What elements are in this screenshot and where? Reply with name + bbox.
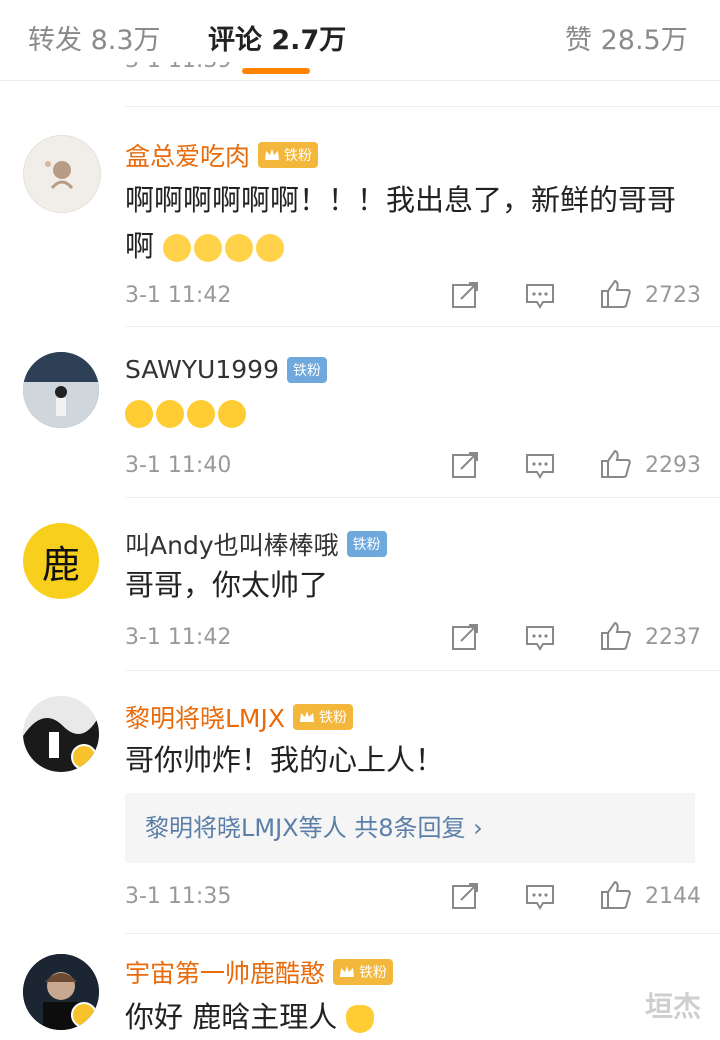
- comment-icon[interactable]: [525, 624, 555, 652]
- like-icon[interactable]: [600, 279, 632, 309]
- avatar[interactable]: [23, 696, 99, 772]
- like-icon[interactable]: [600, 880, 632, 910]
- crown-icon: [265, 149, 280, 160]
- comment-text: 哥你帅炸！我的心上人！: [125, 743, 445, 777]
- comment-author[interactable]: 盒总爱吃肉 铁粉: [125, 137, 319, 173]
- comment-text: 哥哥，你太帅了: [125, 568, 329, 602]
- tab-comments[interactable]: 评论 2.7万: [208, 18, 346, 57]
- crying-emoji-icon: [163, 234, 192, 262]
- fan-badge: 铁粉: [258, 142, 319, 168]
- author-name[interactable]: 盒总爱吃肉: [125, 137, 250, 173]
- share-icon[interactable]: [451, 281, 479, 309]
- like-count: 2293: [645, 453, 701, 478]
- author-name[interactable]: 宇宙第一帅鹿酷憨: [125, 954, 325, 990]
- author-name[interactable]: 叫Andy也叫棒棒哦: [125, 526, 339, 562]
- avatar[interactable]: [23, 352, 99, 428]
- author-name[interactable]: SAWYU1999: [125, 355, 279, 384]
- surprised-emoji-icon: [125, 400, 153, 428]
- badge-label: 铁粉: [292, 362, 321, 379]
- previous-comment-action-row: 3-1 11:39: [0, 62, 720, 90]
- divider: [125, 106, 720, 107]
- comment-time: 3-1 11:42: [125, 283, 232, 308]
- surprised-emoji-icon: [156, 400, 184, 428]
- badge-label: 铁粉: [359, 965, 388, 981]
- comment-author[interactable]: 叫Andy也叫棒棒哦 铁粉: [125, 526, 387, 562]
- fan-badge: 铁粉: [333, 959, 394, 985]
- divider: [125, 497, 720, 498]
- share-icon[interactable]: [451, 623, 479, 651]
- surprised-emoji-icon: [187, 400, 215, 428]
- comment-time: 3-1 11:42: [125, 625, 232, 650]
- badge-label: 铁粉: [284, 148, 313, 164]
- comment-text-content: 你好 鹿晗主理人: [125, 1000, 338, 1034]
- comment-icon[interactable]: [525, 883, 555, 911]
- divider: [125, 933, 720, 934]
- crying-emoji-icon: [194, 234, 223, 262]
- crying-emoji-icon: [256, 234, 285, 262]
- like-count: 2237: [645, 625, 701, 650]
- comment-author[interactable]: 宇宙第一帅鹿酷憨 铁粉: [125, 954, 394, 990]
- comment-text: 啊啊啊啊啊啊！！！我出息了，新鲜的哥哥啊: [125, 177, 685, 269]
- badge-label: 铁粉: [352, 537, 381, 553]
- avatar[interactable]: [23, 954, 99, 1030]
- divider: [125, 670, 720, 671]
- crying-emoji-icon: [225, 234, 254, 262]
- comment-text: [125, 389, 685, 435]
- replies-preview[interactable]: 黎明将晓LMJX等人 共8条回复 ›: [125, 793, 695, 863]
- verified-icon: [71, 744, 97, 770]
- comment-icon[interactable]: [525, 282, 555, 310]
- share-icon[interactable]: [451, 882, 479, 910]
- crown-icon: [340, 966, 355, 977]
- crown-icon: [300, 711, 314, 722]
- comment-text: 你好 鹿晗主理人: [125, 994, 685, 1040]
- comment-time: 3-1 11:40: [125, 453, 232, 478]
- fan-badge: 铁粉: [286, 356, 327, 383]
- avatar-character: 鹿: [41, 542, 80, 587]
- like-icon[interactable]: [600, 621, 632, 651]
- watermark: 垣杰: [645, 990, 702, 1023]
- avatar[interactable]: 鹿: [23, 523, 99, 599]
- comment-author[interactable]: SAWYU1999 铁粉: [125, 355, 327, 384]
- comment-time: 3-1 11:39: [125, 62, 231, 73]
- like-count: 2723: [645, 283, 701, 308]
- fan-badge: 铁粉: [346, 531, 387, 557]
- divider: [125, 326, 720, 327]
- share-icon[interactable]: [451, 451, 479, 479]
- like-count: 2144: [645, 884, 701, 909]
- author-name[interactable]: 黎明将晓LMJX: [125, 699, 285, 735]
- avatar[interactable]: [23, 135, 101, 213]
- like-icon[interactable]: [600, 449, 632, 479]
- tab-repost[interactable]: 转发 8.3万: [28, 18, 161, 57]
- waving-hand-emoji-icon: [346, 1005, 375, 1033]
- comment-time: 3-1 11:35: [125, 884, 232, 909]
- verified-icon: [71, 1002, 97, 1028]
- tab-likes[interactable]: 赞 28.5万: [565, 18, 688, 57]
- fan-badge: 铁粉: [293, 704, 353, 730]
- comment-icon[interactable]: [525, 452, 555, 480]
- badge-label: 铁粉: [319, 710, 347, 726]
- comment-author[interactable]: 黎明将晓LMJX 铁粉: [125, 699, 353, 735]
- love-emoji-icon: [218, 400, 246, 428]
